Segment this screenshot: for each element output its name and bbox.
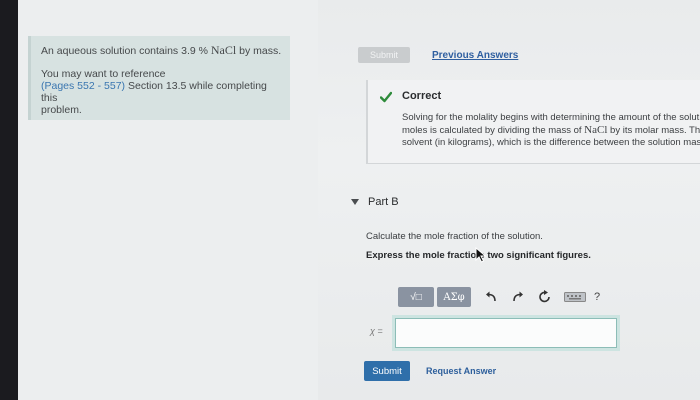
problem-info-box: An aqueous solution contains 3.9 % NaCl … xyxy=(28,36,290,120)
reference-line3: problem. xyxy=(41,104,82,116)
request-answer-link[interactable]: Request Answer xyxy=(426,366,496,376)
collapse-caret-icon[interactable] xyxy=(351,199,359,205)
mouse-cursor-icon xyxy=(475,247,487,263)
feedback-text: Solving for the molality begins with det… xyxy=(402,112,700,149)
correct-status: Correct xyxy=(402,90,442,102)
reference-line2: (Pages 552 - 557) Section 13.5 while com… xyxy=(41,80,280,104)
previous-answers-link[interactable]: Previous Answers xyxy=(432,50,518,61)
feedback-line2-chem: NaCl xyxy=(584,124,608,136)
reference-line1: You may want to reference xyxy=(41,68,166,80)
part-b-question: Calculate the mole fraction of the solut… xyxy=(366,231,543,242)
reset-icon[interactable] xyxy=(538,290,552,304)
help-button[interactable]: ? xyxy=(594,291,600,303)
feedback-panel: Correct Solving for the molality begins … xyxy=(366,80,700,164)
part-a-actions: Submit Previous Answers xyxy=(358,46,518,64)
reference-pages-link[interactable]: (Pages 552 - 557) xyxy=(41,80,125,92)
math-templates-button[interactable]: √□ xyxy=(398,287,434,307)
part-b-title[interactable]: Part B xyxy=(368,196,399,208)
feedback-line2: moles is calculated by dividing the mass… xyxy=(402,124,700,137)
feedback-line3: solvent (in kilograms), which is the dif… xyxy=(402,137,700,148)
keyboard-icon[interactable] xyxy=(564,292,586,302)
feedback-line2-suffix: by its molar mass. Th xyxy=(607,125,700,136)
submit-button[interactable]: Submit xyxy=(364,361,410,381)
answer-label: χ = xyxy=(370,326,383,336)
submit-button-disabled: Submit xyxy=(358,47,410,63)
checkmark-icon xyxy=(380,91,392,103)
left-column: An aqueous solution contains 3.9 % NaCl … xyxy=(18,0,318,400)
problem-chem: NaCl xyxy=(210,43,237,57)
feedback-line1: Solving for the molality begins with det… xyxy=(402,112,700,123)
problem-prefix: An aqueous solution contains 3.9 % xyxy=(41,45,211,57)
feedback-line2-prefix: moles is calculated by dividing the mass… xyxy=(402,125,585,136)
problem-suffix: by mass. xyxy=(236,45,282,57)
answer-input[interactable] xyxy=(392,315,620,351)
redo-icon[interactable] xyxy=(511,290,525,304)
problem-statement: An aqueous solution contains 3.9 % NaCl … xyxy=(41,43,282,57)
greek-symbols-button[interactable]: ΑΣφ xyxy=(437,287,471,307)
screen: An aqueous solution contains 3.9 % NaCl … xyxy=(18,0,700,400)
math-toolbar: √□ ΑΣφ ? xyxy=(398,285,628,309)
undo-icon[interactable] xyxy=(484,290,498,304)
